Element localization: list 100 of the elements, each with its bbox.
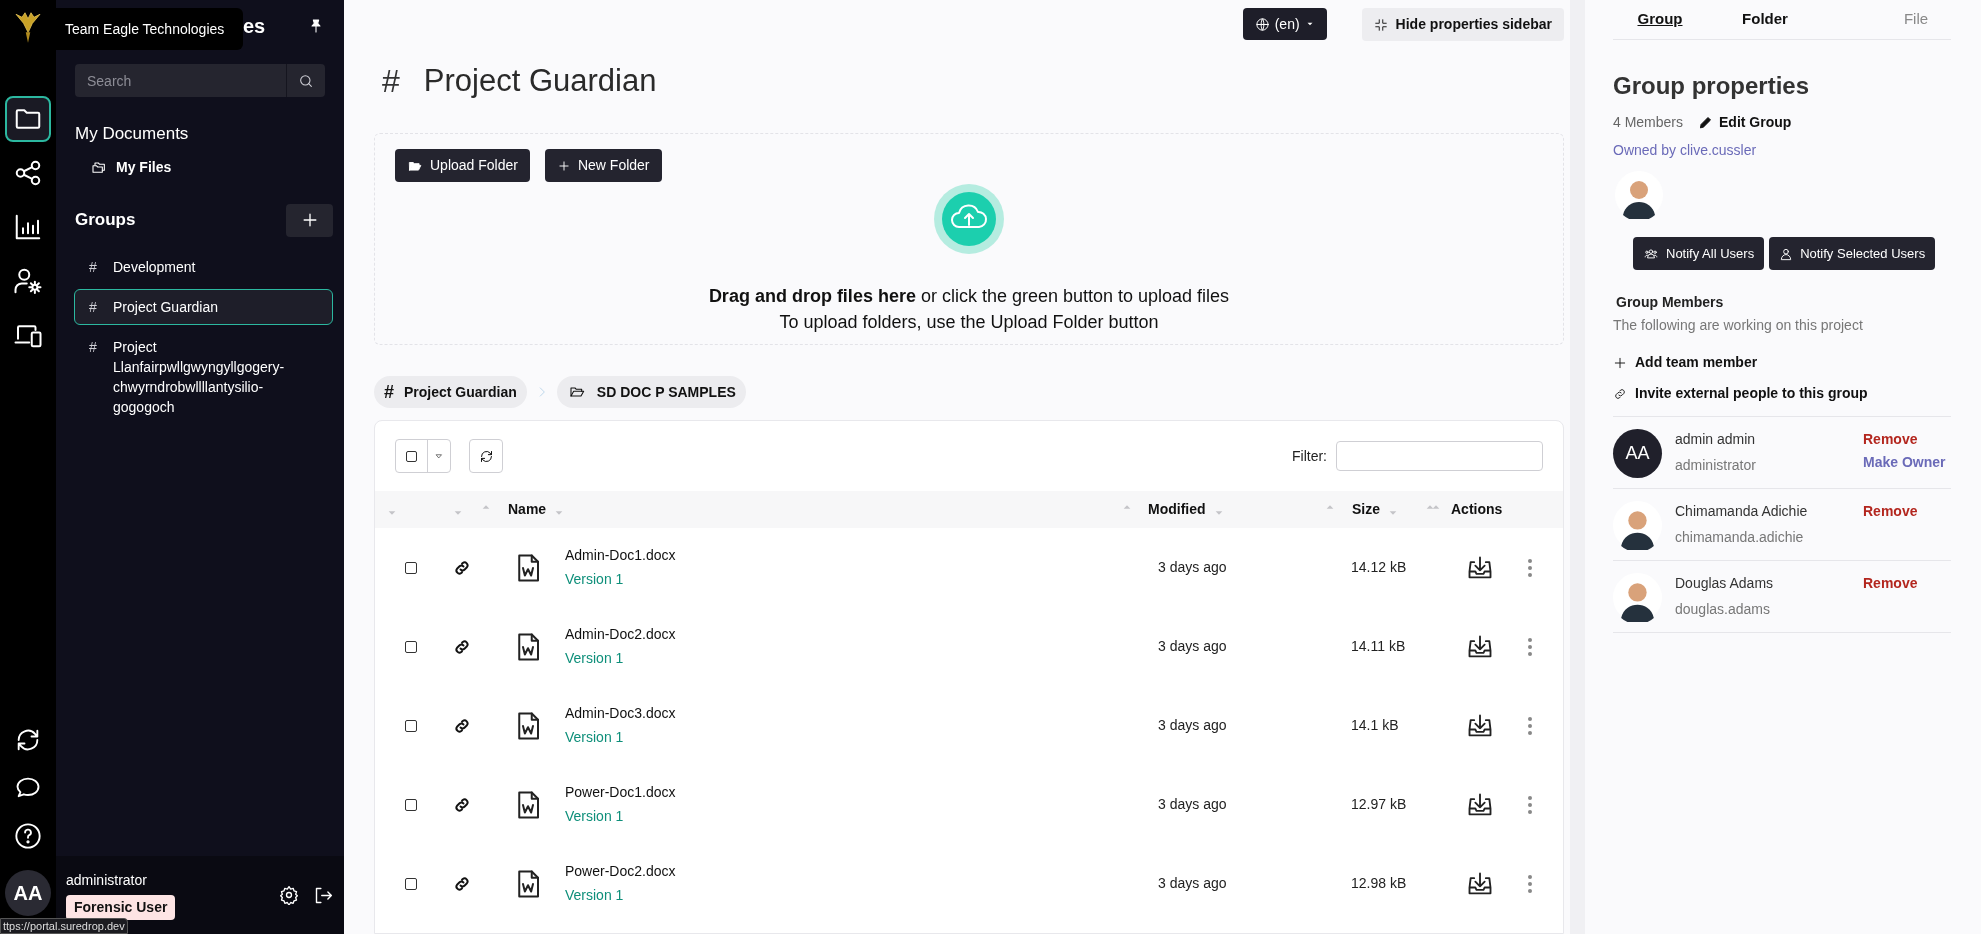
invite-link[interactable]: Invite external people to this group <box>1613 383 1868 404</box>
edit-group-link[interactable]: Edit Group <box>1698 112 1792 133</box>
filter-field[interactable] <box>1336 441 1543 471</box>
tab[interactable]: Folder <box>1735 8 1795 31</box>
user-name: administrator <box>66 871 147 890</box>
hide-sidebar-button[interactable]: Hide properties sidebar <box>1361 8 1564 41</box>
member-name: Douglas Adams <box>1675 574 1775 593</box>
version-link[interactable]: Version 1 <box>565 806 676 827</box>
version-link[interactable]: Version 1 <box>565 648 676 669</box>
hash-icon: # <box>89 296 113 317</box>
folders-icon <box>90 159 108 175</box>
collapse-icon <box>1373 17 1388 32</box>
pencil-icon <box>1698 115 1714 130</box>
more-icon[interactable] <box>1527 557 1533 578</box>
help-icon[interactable] <box>14 822 42 850</box>
file-name[interactable]: Admin-Doc1.docx <box>565 545 676 566</box>
checkbox[interactable] <box>406 450 417 462</box>
more-icon[interactable] <box>1527 715 1533 736</box>
modified-cell-text: 3 days ago <box>1157 795 1228 814</box>
remove-link[interactable]: Remove <box>1863 429 1946 450</box>
language-button[interactable]: (en) <box>1242 8 1327 40</box>
hash-icon: # <box>384 378 394 406</box>
sidebar-title: es <box>243 14 266 39</box>
group-item[interactable]: # Project Guardian <box>74 288 333 325</box>
my-files-link[interactable]: My Files <box>90 156 172 178</box>
link-icon[interactable] <box>453 558 471 577</box>
owner-link[interactable]: Owned by clive.cussler <box>1613 140 1757 161</box>
search-field[interactable]: Search <box>75 64 286 97</box>
checkbox[interactable] <box>405 877 417 890</box>
drop-instructions: To upload folders, use the Upload Folder button <box>778 311 1160 334</box>
file-name[interactable]: Admin-Doc2.docx <box>565 624 676 645</box>
column-header[interactable]: Actions <box>1451 499 1503 520</box>
notify-button[interactable]: Notify All Users <box>1633 237 1765 270</box>
breadcrumb[interactable]: # Project Guardian <box>374 376 527 408</box>
new-folder-button[interactable]: New Folder <box>544 149 662 182</box>
size-cell-text: 14.1 kB <box>1350 716 1400 735</box>
share-icon <box>13 158 43 188</box>
tab[interactable]: Group <box>1630 8 1690 31</box>
column-header[interactable]: Name <box>508 499 547 520</box>
modified-cell-text: 3 days ago <box>1157 558 1228 577</box>
bar-chart-icon <box>13 212 43 242</box>
checkbox[interactable] <box>405 798 417 811</box>
modified-cell-text: 3 days ago <box>1157 716 1228 735</box>
version-link[interactable]: Version 1 <box>565 885 676 906</box>
link-icon[interactable] <box>453 716 471 735</box>
file-name[interactable]: Admin-Doc3.docx <box>565 703 676 724</box>
size-cell-text: 12.97 kB <box>1350 795 1408 814</box>
select-all-dropdown[interactable] <box>395 439 451 473</box>
add-member-link[interactable]: Add team member <box>1613 352 1758 373</box>
search-icon[interactable] <box>298 72 314 89</box>
hash-icon: # <box>382 57 400 105</box>
filter-label: Filter: <box>1292 446 1327 466</box>
plus-icon <box>556 158 571 173</box>
more-icon[interactable] <box>1527 873 1533 894</box>
group-name: Development <box>113 257 197 277</box>
version-link[interactable]: Version 1 <box>565 727 676 748</box>
column-header[interactable]: Modified <box>1148 499 1206 520</box>
file-name[interactable]: Power-Doc2.docx <box>565 861 676 882</box>
search-button[interactable] <box>286 64 325 97</box>
size-cell-text: 12.98 kB <box>1350 874 1408 893</box>
settings-icon[interactable] <box>279 885 299 905</box>
member-name: admin admin <box>1675 430 1757 449</box>
version-link[interactable]: Version 1 <box>565 569 676 590</box>
add-group-button[interactable] <box>286 203 333 237</box>
link-icon <box>1613 386 1627 401</box>
remove-link[interactable]: Remove <box>1863 573 1918 594</box>
group-item[interactable]: # Project Llanfairpwllgwyngyllgogery-chwyrndrobwllllantysilio-gogogoch <box>74 328 333 425</box>
notify-button[interactable]: Notify Selected Users <box>1769 237 1936 270</box>
remove-link[interactable]: Remove <box>1863 501 1918 522</box>
section-heading: My Documents <box>75 123 190 145</box>
page-title: Project Guardian <box>423 61 657 100</box>
refresh-button[interactable] <box>469 439 503 473</box>
link-icon[interactable] <box>453 795 471 814</box>
group-item[interactable]: # Development <box>74 248 333 285</box>
more-icon[interactable] <box>1527 636 1533 657</box>
globe-icon <box>1254 16 1270 32</box>
caret-icon <box>434 451 444 461</box>
checkbox[interactable] <box>405 640 417 653</box>
drop-instructions: Drag and drop files here or click the green button to upload files <box>707 285 1231 308</box>
section-heading: Groups <box>75 209 136 232</box>
size-cell-text: 14.12 kB <box>1350 558 1408 577</box>
column-header[interactable]: Size <box>1352 499 1380 520</box>
upload-folder-button[interactable]: Upload Folder <box>395 149 530 182</box>
user-avatar[interactable]: AA <box>5 870 51 916</box>
checkbox[interactable] <box>405 719 417 732</box>
file-name[interactable]: Power-Doc1.docx <box>565 782 676 803</box>
size-cell-text: 14.11 kB <box>1350 637 1407 656</box>
nav-button[interactable] <box>5 96 51 142</box>
modified-cell-text: 3 days ago <box>1157 874 1228 893</box>
more-icon[interactable] <box>1527 794 1533 815</box>
link-icon[interactable] <box>453 874 471 893</box>
link-icon[interactable] <box>453 637 471 656</box>
plus-icon <box>1613 355 1627 370</box>
member-name: Chimamanda Adichie <box>1675 502 1809 521</box>
checkbox[interactable] <box>405 561 417 574</box>
drop-zone[interactable]: Upload Folder New Folder Drag and drop files here or click the green button to upload files To upload folders, use the Upload Folder button <box>374 133 1564 345</box>
breadcrumb[interactable]: SD DOC P SAMPLES <box>556 376 746 408</box>
make-owner-link[interactable]: Make Owner <box>1863 452 1946 473</box>
hash-icon: # <box>89 336 113 357</box>
users-icon <box>1643 246 1659 261</box>
